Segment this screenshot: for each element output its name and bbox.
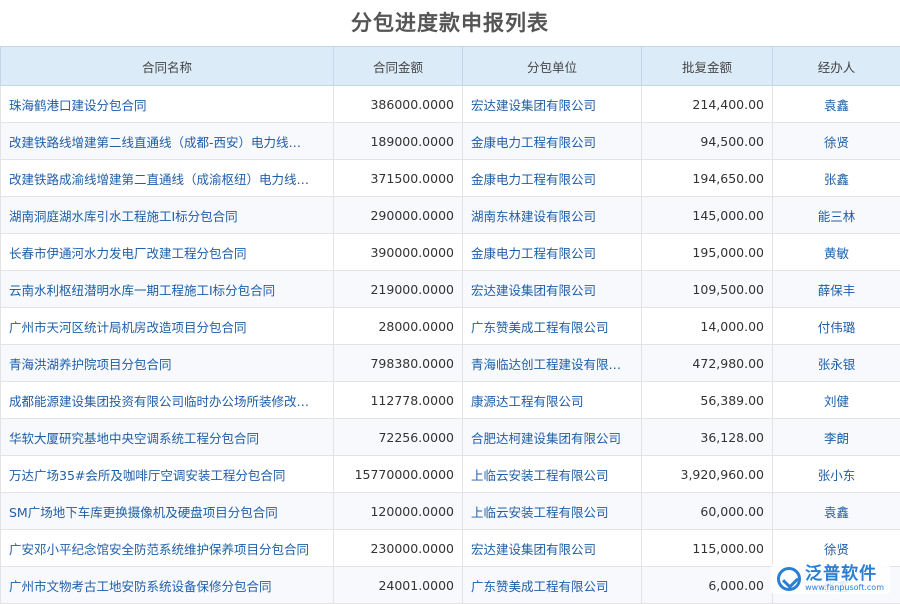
page-title: 分包进度款申报列表 (0, 0, 900, 46)
contract-name-cell[interactable]: 广州市文物考古工地安防系统设备保修分包合同 (1, 567, 334, 604)
subcontractor-cell[interactable]: 广东赞美成工程有限公司 (463, 308, 642, 345)
handler-cell[interactable]: 付伟璐 (773, 308, 900, 345)
approved-amount-cell: 195,000.00 (642, 234, 773, 271)
subcontractor-cell[interactable]: 宏达建设集团有限公司 (463, 530, 642, 567)
contract-name-cell[interactable]: 华软大厦研究基地中央空调系统工程分包合同 (1, 419, 334, 456)
table-row[interactable]: 云南水利枢纽潜明水库一期工程施工I标分包合同219000.0000宏达建设集团有… (1, 271, 900, 308)
subcontractor-cell[interactable]: 宏达建设集团有限公司 (463, 271, 642, 308)
contract-name-cell[interactable]: 万达广场35#会所及咖啡厅空调安装工程分包合同 (1, 456, 334, 493)
table-row[interactable]: 改建铁路线增建第二线直通线（成都-西安）电力线…189000.0000金康电力工… (1, 123, 900, 160)
handler-cell[interactable]: 黄敏 (773, 234, 900, 271)
subcontractor-cell[interactable]: 合肥达柯建设集团有限公司 (463, 419, 642, 456)
approved-amount-cell: 56,389.00 (642, 382, 773, 419)
contract-name-cell[interactable]: 成都能源建设集团投资有限公司临时办公场所装修改… (1, 382, 334, 419)
contract-amount-cell: 112778.0000 (334, 382, 463, 419)
contract-name-cell[interactable]: 改建铁路成渝线增建第二直通线（成渝枢纽）电力线… (1, 160, 334, 197)
contract-amount-cell: 386000.0000 (334, 86, 463, 123)
column-header-contract-name[interactable]: 合同名称 (1, 47, 334, 86)
handler-cell[interactable]: 刘健 (773, 382, 900, 419)
subcontractor-cell[interactable]: 上临云安装工程有限公司 (463, 493, 642, 530)
column-header-contract-amount[interactable]: 合同金额 (334, 47, 463, 86)
subcontractor-cell[interactable]: 湖南东林建设有限公司 (463, 197, 642, 234)
contract-name-cell[interactable]: 珠海鹤港口建设分包合同 (1, 86, 334, 123)
contract-amount-cell: 290000.0000 (334, 197, 463, 234)
contract-name-cell[interactable]: 长春市伊通河水力发电厂改建工程分包合同 (1, 234, 334, 271)
subcontractor-cell[interactable]: 上临云安装工程有限公司 (463, 456, 642, 493)
progress-payment-table: 合同名称 合同金额 分包单位 批复金额 经办人 珠海鹤港口建设分包合同38600… (0, 46, 900, 604)
handler-cell[interactable]: 薛保丰 (773, 271, 900, 308)
contract-amount-cell: 15770000.0000 (334, 456, 463, 493)
handler-cell[interactable]: 张鑫 (773, 160, 900, 197)
approved-amount-cell: 109,500.00 (642, 271, 773, 308)
contract-amount-cell: 120000.0000 (334, 493, 463, 530)
contract-amount-cell: 230000.0000 (334, 530, 463, 567)
approved-amount-cell: 14,000.00 (642, 308, 773, 345)
contract-amount-cell: 72256.0000 (334, 419, 463, 456)
approved-amount-cell: 94,500.00 (642, 123, 773, 160)
table-row[interactable]: 青海洪湖养护院项目分包合同798380.0000青海临达创工程建设有限…472,… (1, 345, 900, 382)
table-row[interactable]: SM广场地下车库更换摄像机及硬盘项目分包合同120000.0000上临云安装工程… (1, 493, 900, 530)
subcontractor-cell[interactable]: 金康电力工程有限公司 (463, 123, 642, 160)
approved-amount-cell: 6,000.00 (642, 567, 773, 604)
contract-amount-cell: 798380.0000 (334, 345, 463, 382)
contract-name-cell[interactable]: 广安邓小平纪念馆安全防范系统维护保养项目分包合同 (1, 530, 334, 567)
approved-amount-cell: 145,000.00 (642, 197, 773, 234)
handler-cell[interactable]: 张永银 (773, 345, 900, 382)
table-row[interactable]: 珠海鹤港口建设分包合同386000.0000宏达建设集团有限公司214,400.… (1, 86, 900, 123)
handler-cell[interactable]: 能三林 (773, 197, 900, 234)
contract-name-cell[interactable]: 云南水利枢纽潜明水库一期工程施工I标分包合同 (1, 271, 334, 308)
table-row[interactable]: 万达广场35#会所及咖啡厅空调安装工程分包合同15770000.0000上临云安… (1, 456, 900, 493)
table-row[interactable]: 成都能源建设集团投资有限公司临时办公场所装修改…112778.0000康源达工程… (1, 382, 900, 419)
contract-amount-cell: 390000.0000 (334, 234, 463, 271)
handler-cell[interactable]: 张小东 (773, 456, 900, 493)
contract-name-cell[interactable]: 广州市天河区统计局机房改造项目分包合同 (1, 308, 334, 345)
approved-amount-cell: 214,400.00 (642, 86, 773, 123)
handler-cell[interactable]: 徐贤 (773, 123, 900, 160)
contract-amount-cell: 371500.0000 (334, 160, 463, 197)
table-row[interactable]: 广安邓小平纪念馆安全防范系统维护保养项目分包合同230000.0000宏达建设集… (1, 530, 900, 567)
subcontractor-cell[interactable]: 金康电力工程有限公司 (463, 234, 642, 271)
table-row[interactable]: 广州市文物考古工地安防系统设备保修分包合同24001.0000广东赞美成工程有限… (1, 567, 900, 604)
fanpu-logo-icon (777, 567, 801, 591)
approved-amount-cell: 472,980.00 (642, 345, 773, 382)
table-row[interactable]: 湖南洞庭湖水库引水工程施工I标分包合同290000.0000湖南东林建设有限公司… (1, 197, 900, 234)
contract-name-cell[interactable]: 青海洪湖养护院项目分包合同 (1, 345, 334, 382)
logo-url: www.fanpusoft.com (805, 584, 884, 592)
approved-amount-cell: 60,000.00 (642, 493, 773, 530)
subcontractor-cell[interactable]: 金康电力工程有限公司 (463, 160, 642, 197)
handler-cell[interactable]: 袁鑫 (773, 86, 900, 123)
column-header-handler[interactable]: 经办人 (773, 47, 900, 86)
contract-name-cell[interactable]: 改建铁路线增建第二线直通线（成都-西安）电力线… (1, 123, 334, 160)
column-header-subcontractor[interactable]: 分包单位 (463, 47, 642, 86)
subcontractor-cell[interactable]: 宏达建设集团有限公司 (463, 86, 642, 123)
contract-amount-cell: 28000.0000 (334, 308, 463, 345)
logo-text: 泛普软件 (805, 566, 884, 583)
contract-amount-cell: 219000.0000 (334, 271, 463, 308)
contract-amount-cell: 24001.0000 (334, 567, 463, 604)
column-header-approved-amount[interactable]: 批复金额 (642, 47, 773, 86)
contract-name-cell[interactable]: 湖南洞庭湖水库引水工程施工I标分包合同 (1, 197, 334, 234)
table-row[interactable]: 广州市天河区统计局机房改造项目分包合同28000.0000广东赞美成工程有限公司… (1, 308, 900, 345)
contract-amount-cell: 189000.0000 (334, 123, 463, 160)
handler-cell[interactable]: 袁鑫 (773, 493, 900, 530)
approved-amount-cell: 3,920,960.00 (642, 456, 773, 493)
table-row[interactable]: 华软大厦研究基地中央空调系统工程分包合同72256.0000合肥达柯建设集团有限… (1, 419, 900, 456)
subcontractor-cell[interactable]: 康源达工程有限公司 (463, 382, 642, 419)
handler-cell[interactable]: 李朗 (773, 419, 900, 456)
table-row[interactable]: 长春市伊通河水力发电厂改建工程分包合同390000.0000金康电力工程有限公司… (1, 234, 900, 271)
approved-amount-cell: 115,000.00 (642, 530, 773, 567)
approved-amount-cell: 36,128.00 (642, 419, 773, 456)
approved-amount-cell: 194,650.00 (642, 160, 773, 197)
fanpu-logo: 泛普软件 www.fanpusoft.com (771, 564, 890, 594)
table-row[interactable]: 改建铁路成渝线增建第二直通线（成渝枢纽）电力线…371500.0000金康电力工… (1, 160, 900, 197)
handler-cell[interactable]: 徐贤 (773, 530, 900, 567)
contract-name-cell[interactable]: SM广场地下车库更换摄像机及硬盘项目分包合同 (1, 493, 334, 530)
subcontractor-cell[interactable]: 广东赞美成工程有限公司 (463, 567, 642, 604)
table-header-row: 合同名称 合同金额 分包单位 批复金额 经办人 (1, 47, 900, 86)
subcontractor-cell[interactable]: 青海临达创工程建设有限… (463, 345, 642, 382)
